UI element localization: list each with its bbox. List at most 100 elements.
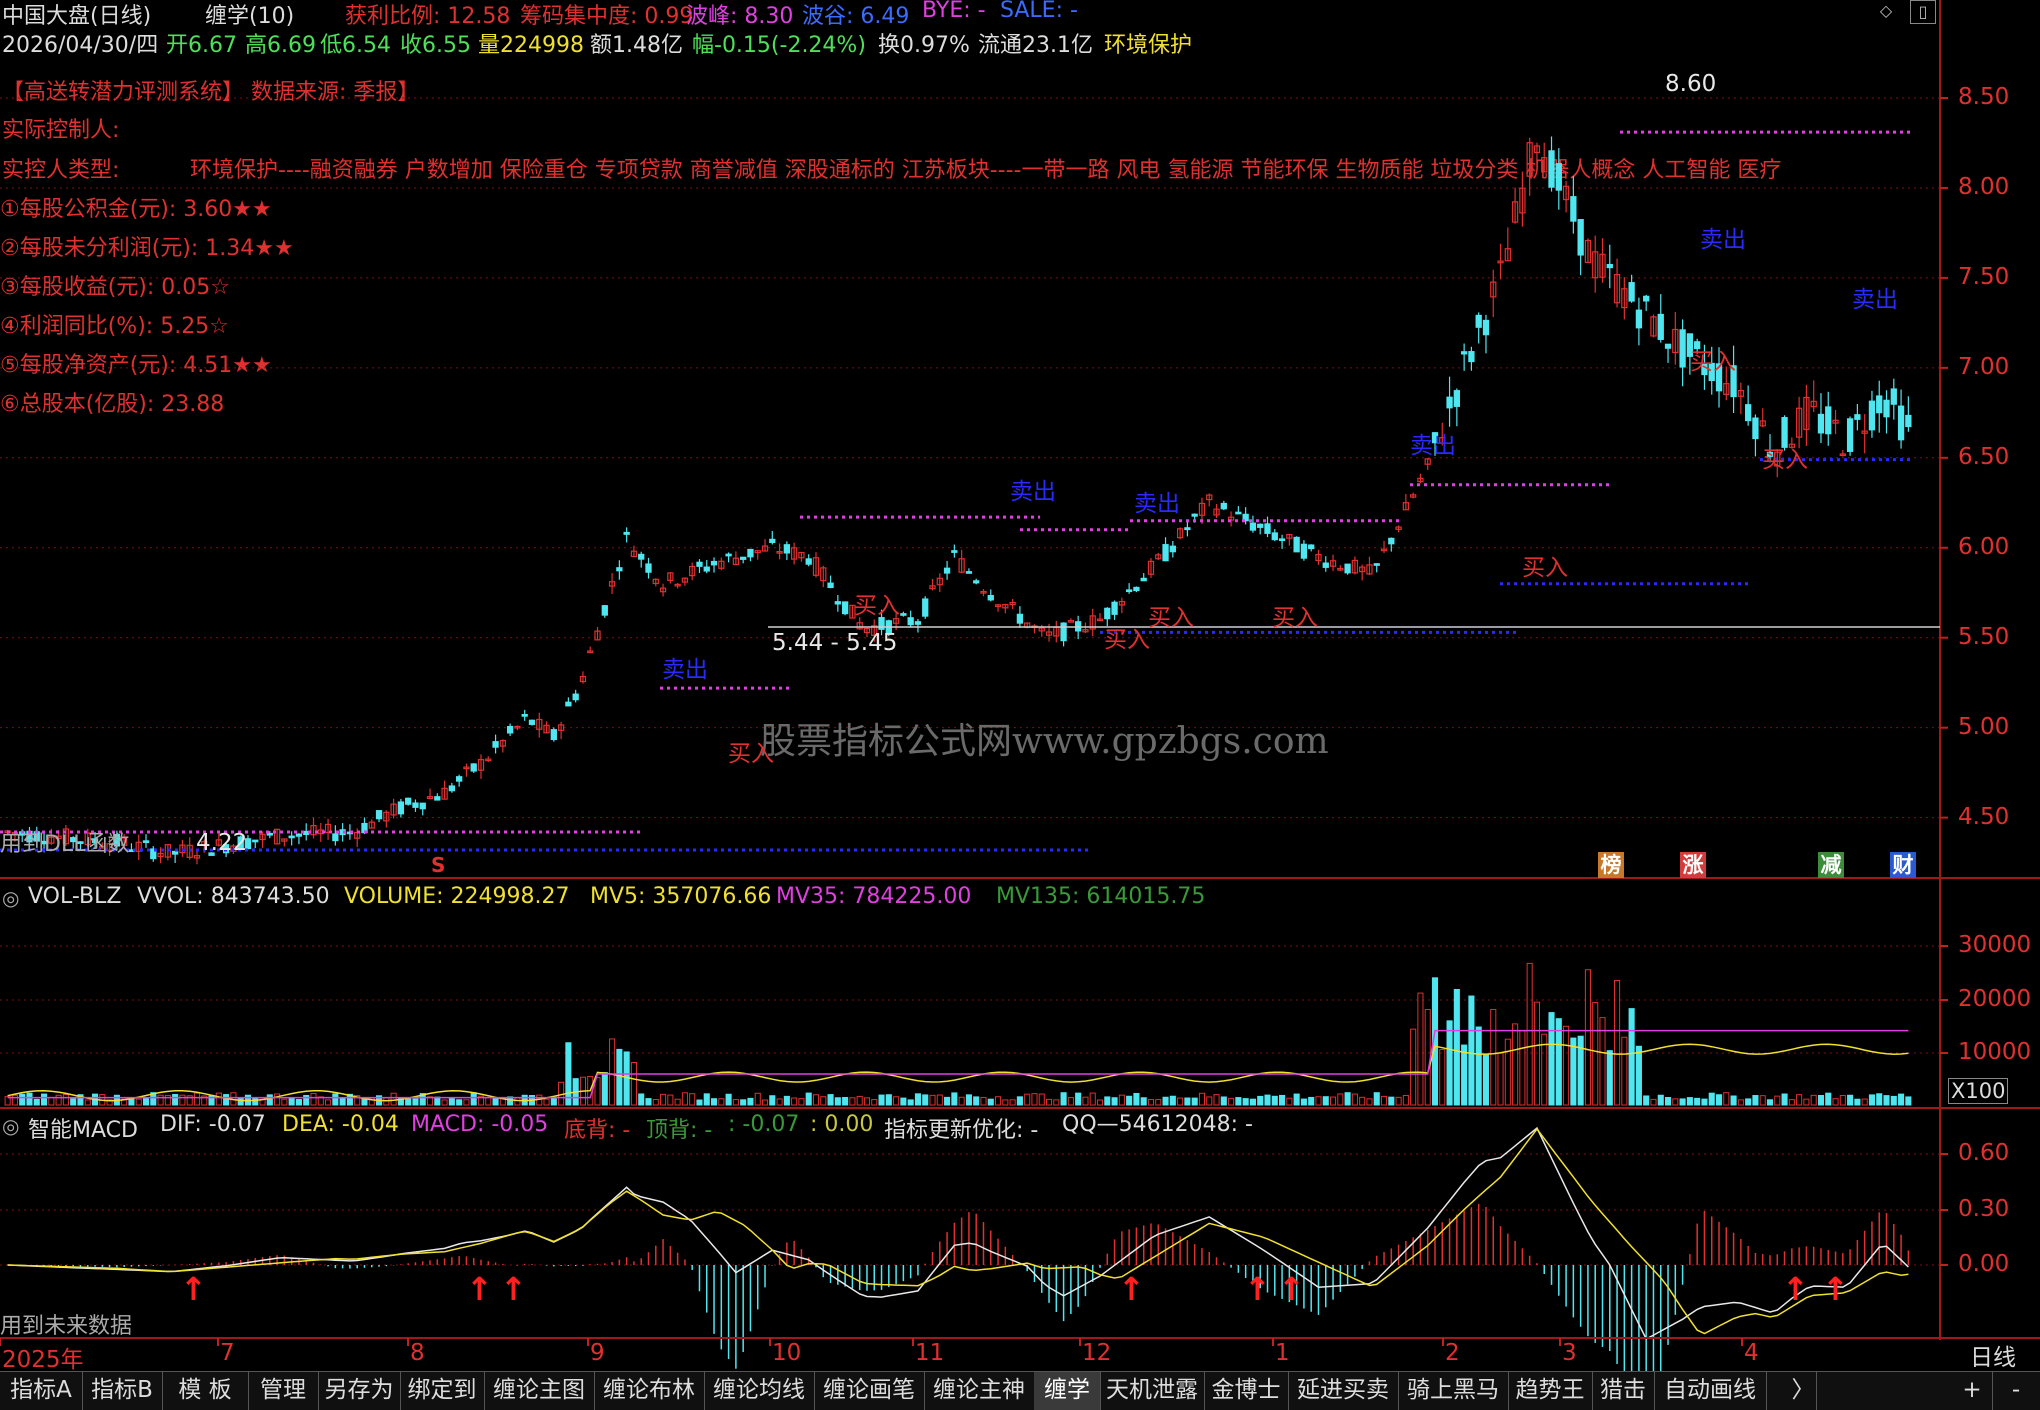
buy-signal-label: 买入	[1148, 605, 1194, 631]
candle-body	[550, 729, 557, 741]
badge-2[interactable]: 减	[1818, 852, 1844, 878]
volume-bar	[1533, 1001, 1541, 1106]
badge-3[interactable]: 财	[1890, 852, 1916, 878]
candle-body	[412, 802, 419, 808]
indicator-tab[interactable]: 缠学	[1034, 1372, 1101, 1410]
volume-bar	[1752, 1095, 1759, 1106]
volume-bar	[703, 1093, 710, 1106]
volume-bar	[135, 1098, 142, 1106]
candle-body	[1890, 388, 1897, 405]
period-label[interactable]: 日线	[1970, 1338, 2016, 1372]
candle-body	[943, 567, 951, 574]
volume-bar	[1228, 1097, 1235, 1106]
volume-bar	[1439, 1049, 1446, 1106]
zoom-out-button[interactable]: -	[1996, 1372, 2036, 1410]
volume-bar	[1497, 1052, 1504, 1106]
volume-tick-label: 20000	[1958, 986, 2032, 1012]
volume-bar	[740, 1099, 747, 1106]
candle-body	[827, 582, 834, 589]
indicator-tab[interactable]: 金博士	[1204, 1372, 1289, 1410]
volume-bar	[1075, 1092, 1082, 1106]
candle-body	[1235, 511, 1242, 515]
volume-bar	[1745, 1098, 1752, 1106]
candle-body	[1308, 544, 1315, 550]
volume-bar	[448, 1098, 455, 1106]
volume-bar	[798, 1098, 805, 1106]
volume-bar	[1905, 1096, 1912, 1106]
zoom-in-button[interactable]: +	[1952, 1372, 1993, 1410]
indicator-tab[interactable]: 缠论主神	[924, 1372, 1035, 1410]
volume-bar	[1118, 1094, 1125, 1106]
volume-bar	[1191, 1097, 1198, 1106]
indicator-tab[interactable]: 骑上黑马	[1398, 1372, 1509, 1410]
volume-bar	[1592, 1002, 1599, 1106]
volume-bar	[1890, 1095, 1897, 1106]
volume-bar	[842, 1096, 849, 1106]
indicator-tab[interactable]: 管理	[248, 1372, 319, 1410]
indicator-tab[interactable]: 缠论画笔	[814, 1372, 925, 1410]
volume-bar	[1482, 1053, 1490, 1106]
macd-buy-arrow-icon: ↑	[1782, 1270, 1809, 1308]
volume-bar	[667, 1094, 674, 1106]
indicator-tab[interactable]: 指标B	[82, 1372, 163, 1410]
macd-dif: DIF: -0.07	[160, 1112, 266, 1137]
volume-bar	[1053, 1099, 1060, 1106]
volume-bar	[1337, 1093, 1344, 1106]
volume-bar	[1111, 1097, 1118, 1106]
candle-body	[1257, 523, 1264, 528]
badge-1[interactable]: 涨	[1680, 852, 1706, 878]
macd-buy-arrow-icon: ↑	[1118, 1270, 1145, 1308]
volume-bar	[1628, 1008, 1635, 1106]
x-axis-label: 3	[1562, 1340, 1577, 1366]
volume-bar	[1861, 1098, 1868, 1106]
indicator-tab[interactable]: 缠论均线	[704, 1372, 815, 1410]
candle-body	[332, 833, 339, 842]
volume-bar	[1788, 1099, 1795, 1106]
candle-body	[907, 617, 914, 626]
buy-signal-label: 买入	[1104, 627, 1150, 653]
candle-body	[965, 571, 973, 574]
volume-bar	[1373, 1092, 1380, 1106]
macd-panel-name[interactable]: 智能MACD	[28, 1112, 138, 1144]
indicator-tab[interactable]: 缠论主图	[484, 1372, 595, 1410]
indicator-tab[interactable]: 绑定到	[400, 1372, 485, 1410]
candle-body	[841, 601, 849, 615]
kline-chart[interactable]	[0, 0, 2040, 1371]
volume-bar	[1162, 1096, 1169, 1106]
macd-gear-icon[interactable]: ◎	[2, 1114, 19, 1138]
volume-bar	[543, 1098, 550, 1106]
indicator-tab[interactable]: 天机泄露	[1100, 1372, 1205, 1410]
candle-body	[419, 802, 426, 810]
indicator-tab[interactable]: 自动画线	[1654, 1372, 1767, 1410]
candle-body	[1657, 313, 1664, 340]
volume-bar	[1024, 1093, 1031, 1106]
indicator-tab[interactable]: 趋势王	[1508, 1372, 1593, 1410]
badge-0[interactable]: 榜	[1598, 852, 1624, 878]
candle-body	[1293, 536, 1300, 553]
volume-bar	[761, 1099, 769, 1106]
indicator-tab[interactable]: 猎击	[1592, 1372, 1655, 1410]
volume-bar	[754, 1092, 761, 1106]
candle-body	[1264, 523, 1271, 534]
volume-bar	[747, 1097, 754, 1106]
candle-body	[375, 810, 383, 820]
volume-bar	[674, 1098, 681, 1106]
sell-signal-label: 卖出	[1134, 491, 1180, 517]
macd-buy-arrow-icon: ↑	[1278, 1270, 1305, 1308]
indicator-tab[interactable]: 延进买卖	[1288, 1372, 1399, 1410]
volume-bar	[936, 1094, 943, 1106]
volume-bar	[1388, 1096, 1395, 1106]
indicator-tab[interactable]: 指标A	[0, 1372, 83, 1410]
candle-body	[405, 797, 412, 805]
indicator-tab[interactable]: 缠论布林	[594, 1372, 705, 1410]
indicator-tab[interactable]: 另存为	[318, 1372, 401, 1410]
macd-optimize: 指标更新优化: -	[884, 1118, 1039, 1143]
sell-signal-label: 卖出	[1700, 227, 1746, 253]
indicator-tab[interactable]: 模 板	[162, 1372, 249, 1410]
volume-bar	[1825, 1092, 1832, 1106]
volume-bar	[361, 1098, 368, 1106]
vol-gear-icon[interactable]: ◎	[2, 886, 19, 910]
vol-panel-name[interactable]: VOL-BLZ	[28, 884, 121, 909]
vol-mv5: MV5: 357076.66	[590, 884, 772, 909]
tab-scroll-right-icon[interactable]: 〉	[1790, 1372, 1817, 1410]
